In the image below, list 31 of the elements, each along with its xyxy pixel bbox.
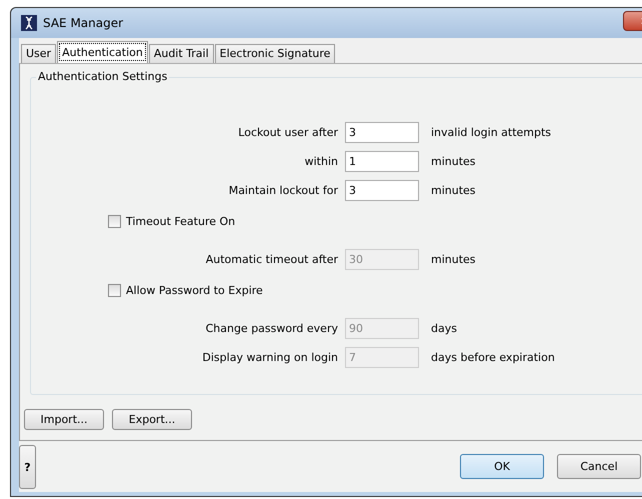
checkbox-label: Allow Password to Expire <box>126 284 263 298</box>
window-title: SAE Manager <box>43 16 124 30</box>
action-button[interactable]: Export... <box>112 408 192 430</box>
action-button[interactable]: Import... <box>24 408 104 430</box>
dialog-button[interactable]: Cancel <box>557 454 641 479</box>
tab[interactable]: Electronic Signature <box>214 44 336 63</box>
group-title: Authentication Settings <box>36 70 170 83</box>
field-label: Maintain lockout for <box>228 184 339 197</box>
unit-label: minutes <box>431 184 476 197</box>
help-button[interactable]: ? <box>19 445 36 490</box>
unit-label: invalid login attempts <box>431 126 552 139</box>
field-label: Display warning on login <box>201 350 339 364</box>
checkbox[interactable] <box>108 215 121 228</box>
unit-label: minutes <box>431 154 476 168</box>
checkbox[interactable] <box>108 284 121 298</box>
input-field[interactable]: 3 <box>345 122 419 143</box>
unit-label: days <box>431 322 457 335</box>
field-label: within <box>304 154 339 168</box>
field-label: Change password every <box>204 322 339 335</box>
tab[interactable]: Audit Trail <box>148 44 214 63</box>
input-field[interactable]: 3 <box>345 180 419 201</box>
unit-label: days before expiration <box>431 350 555 364</box>
unit-label: minutes <box>431 252 476 266</box>
field-label: Lockout user after <box>237 126 339 139</box>
checkbox-label: Timeout Feature On <box>126 215 236 228</box>
app-icon <box>21 14 37 31</box>
tab[interactable]: Authentication <box>57 40 148 63</box>
input-field[interactable]: 1 <box>345 150 419 172</box>
dialog-button[interactable]: OK <box>460 454 544 479</box>
field-label: Automatic timeout after <box>204 252 339 266</box>
tab[interactable]: User <box>21 44 56 63</box>
